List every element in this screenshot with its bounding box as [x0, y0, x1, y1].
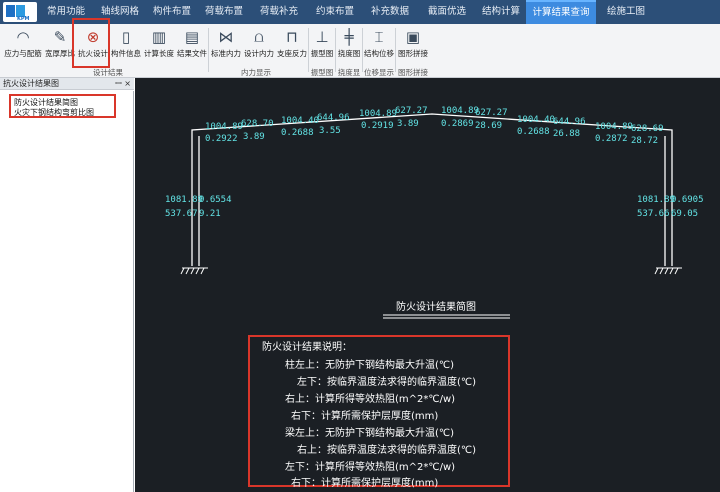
ribbon-separator: [208, 28, 209, 72]
ribbon-separator: [362, 28, 363, 72]
member-info-icon: ▯: [121, 28, 131, 46]
beam5-top-left: 1004.40: [517, 115, 555, 125]
left-column-bottom-left: 537.67: [165, 209, 198, 219]
result-file-button[interactable]: ▤ 结果文件: [176, 27, 208, 61]
right-column-top-left: 1081.89: [637, 195, 675, 205]
tab-section-optimize[interactable]: 截面优选: [420, 0, 474, 24]
calc-length-icon: ▥: [151, 28, 167, 46]
pin-icon[interactable]: ꟷ: [115, 79, 122, 88]
beam2-bottom-left: 0.2688: [281, 128, 314, 138]
left-column-top-right: 0.6554: [199, 195, 232, 205]
beam1-top-left: 1004.89: [205, 122, 243, 132]
reaction-icon: ⊓: [286, 28, 298, 46]
standard-force-icon: ⋈: [218, 28, 234, 46]
legend-line: 左下：计算所得等效热阻(m^2*℃/w): [285, 460, 455, 473]
support-left: [180, 267, 208, 275]
legend-line: 右上：按临界温度法求得的临界温度(℃): [297, 443, 476, 456]
legend-line: 右上：计算所得等效热阻(m^2*℃/w): [285, 392, 455, 405]
beam2-bottom-right: 3.55: [319, 126, 341, 136]
mode-shape-button[interactable]: ⊥ 振型图: [310, 27, 334, 61]
tab-supplement-data[interactable]: 补充数据: [362, 0, 418, 24]
legend-title: 防火设计结果说明：: [262, 340, 352, 353]
deflection-button[interactable]: ╪ 挠度图: [337, 27, 361, 61]
deflection-icon: ╪: [344, 28, 354, 46]
beam4-bottom-left: 0.2869: [441, 119, 474, 129]
stress-reinforcement-button[interactable]: ◠ 应力与配筋: [3, 27, 43, 61]
legend-line: 右下：计算所需保护层厚度(mm): [291, 476, 438, 489]
tree-highlight: [9, 94, 116, 118]
beam1-top-right: 628.70: [241, 119, 274, 129]
group-label-image-merge: 图形拼接: [398, 68, 428, 77]
image-merge-button[interactable]: ▣ 图形拼接: [397, 27, 429, 61]
panel-header: 抗火设计结果图 ꟷ ×: [0, 78, 134, 90]
group-label-design-results: 设计结果: [93, 68, 123, 77]
right-column-bottom-left: 537.66: [637, 209, 670, 219]
right-column-bottom-right: 69.05: [671, 209, 698, 219]
tab-load-layout[interactable]: 荷载布置: [198, 0, 250, 24]
legend-line: 柱左上：无防护下钢结构最大升温(℃): [285, 358, 454, 371]
beam5-top-right: 644.96: [553, 117, 586, 127]
design-force-button[interactable]: ⩍ 设计内力: [243, 27, 275, 61]
tab-calc-results[interactable]: 计算结果查询: [526, 0, 596, 24]
tab-constraint-layout[interactable]: 约束布置: [308, 0, 362, 24]
beam3-bottom-left: 0.2919: [361, 121, 394, 131]
tab-structure-calc[interactable]: 结构计算: [474, 0, 528, 24]
beam2-top-right: 644.96: [317, 113, 350, 123]
tab-construction-drawing[interactable]: 绘施工图: [598, 0, 654, 24]
beam3-bottom-right: 3.89: [397, 119, 419, 129]
diagram-title: 防火设计结果简图: [396, 300, 476, 313]
beam1-bottom-right: 3.89: [243, 132, 265, 142]
design-force-icon: ⩍: [254, 28, 264, 46]
displacement-button[interactable]: ⌶ 结构位移: [364, 27, 394, 61]
beam6-top-left: 1004.89: [595, 122, 633, 132]
tab-member-layout[interactable]: 构件布置: [146, 0, 198, 24]
calc-length-button[interactable]: ▥ 计算长度: [143, 27, 175, 61]
tab-load-supplement[interactable]: 荷载补充: [252, 0, 306, 24]
beam5-bottom-right: 26.88: [553, 129, 580, 139]
beam4-top-right: 627.27: [475, 108, 508, 118]
beam3-top-right: 627.27: [395, 106, 428, 116]
app-logo: KPM: [3, 2, 37, 22]
legend-line: 右下：计算所需保护层厚度(mm): [291, 409, 438, 422]
support-right: [654, 267, 682, 275]
fire-design-highlight: [72, 18, 110, 68]
beam5-bottom-left: 0.2688: [517, 127, 550, 137]
results-tree-panel: 防火设计结果简图 火灾下钢结构弯剪比图: [0, 91, 134, 492]
legend-line: 梁左上：无防护下钢结构最大升温(℃): [285, 426, 454, 439]
beam6-bottom-left: 0.2872: [595, 134, 628, 144]
drawing-canvas[interactable]: 1004.89 628.70 0.2922 3.89 1004.40 644.9…: [135, 78, 720, 492]
support-reaction-button[interactable]: ⊓ 支座反力: [276, 27, 308, 61]
beam4-bottom-right: 28.69: [475, 121, 502, 131]
beam6-top-right: 628.69: [631, 124, 664, 134]
stress-icon: ◠: [16, 28, 30, 46]
group-label-displacement: 位移显示: [364, 68, 394, 77]
beam2-top-left: 1004.40: [281, 116, 319, 126]
panel-title: 抗火设计结果图: [3, 79, 59, 88]
right-column-top-right: 0.6905: [671, 195, 704, 205]
left-column-bottom-right: 9.21: [199, 209, 221, 219]
group-label-mode-shape: 振型图: [310, 68, 334, 77]
legend-line: 左下：按临界温度法求得的临界温度(℃): [297, 375, 476, 388]
beam4-top-left: 1004.89: [441, 106, 479, 116]
ratio-icon: ✎: [53, 28, 67, 46]
ribbon-separator: [335, 28, 336, 72]
standard-force-button[interactable]: ⋈ 标准内力: [210, 27, 242, 61]
beam3-top-left: 1004.89: [359, 109, 397, 119]
member-info-button[interactable]: ▯ 构件信息: [110, 27, 142, 61]
ribbon-separator: [308, 28, 309, 72]
image-merge-icon: ▣: [405, 28, 421, 46]
beam1-bottom-left: 0.2922: [205, 134, 238, 144]
left-column-top-left: 1081.89: [165, 195, 203, 205]
result-file-icon: ▤: [184, 28, 200, 46]
displacement-icon: ⌶: [374, 28, 384, 46]
close-icon[interactable]: ×: [124, 79, 131, 88]
group-label-force-display: 内力显示: [241, 68, 271, 77]
ribbon-separator: [395, 28, 396, 72]
mode-shape-icon: ⊥: [315, 28, 329, 46]
beam6-bottom-right: 28.72: [631, 136, 658, 146]
